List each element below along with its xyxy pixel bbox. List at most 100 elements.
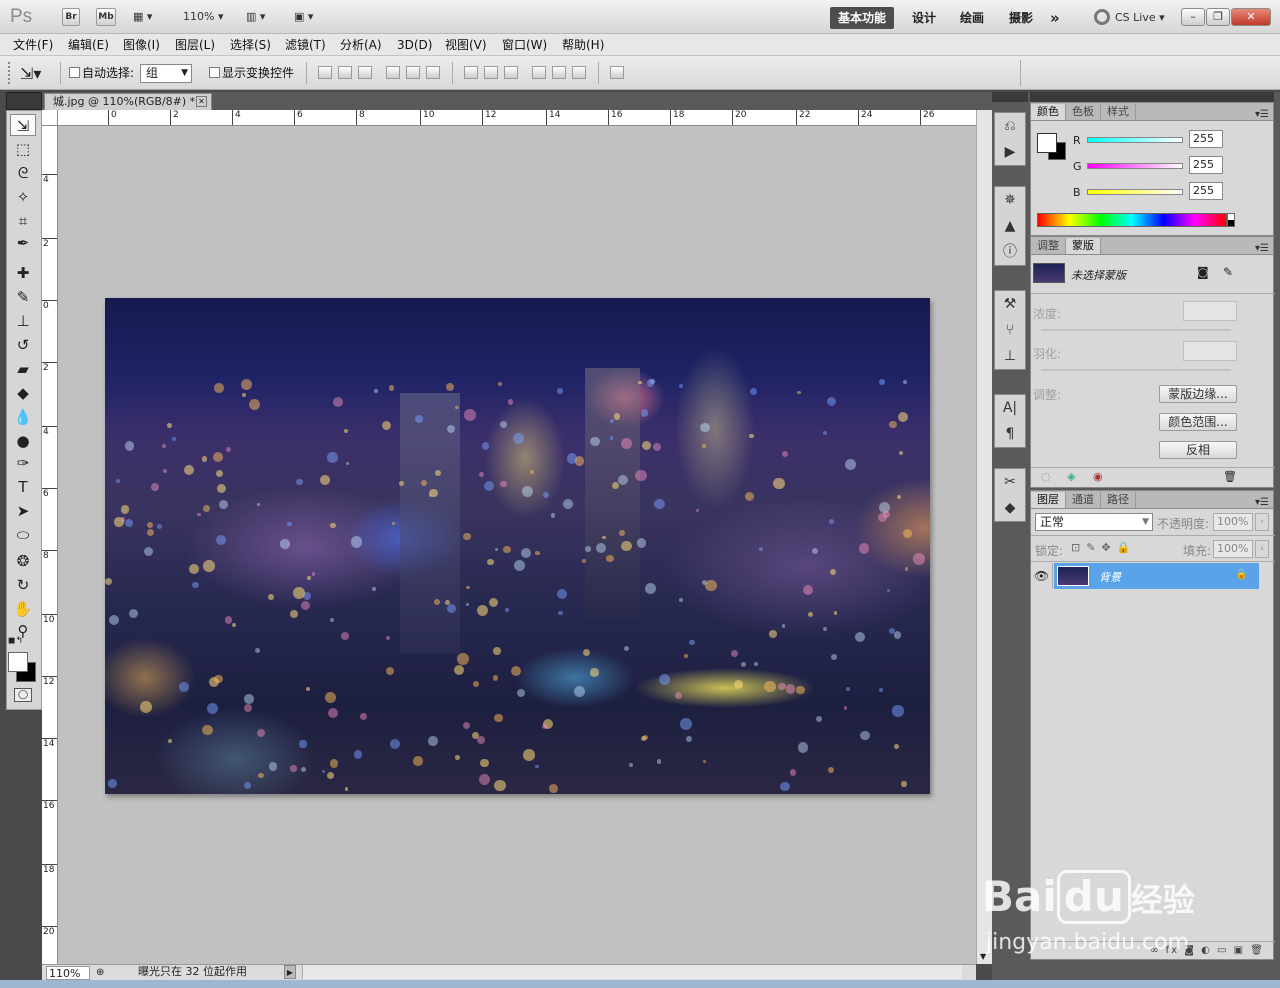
tab-layers[interactable]: 图层 [1031, 492, 1066, 508]
tab-adjustments[interactable]: 调整 [1031, 238, 1066, 254]
actions-icon[interactable]: ▶ [995, 139, 1025, 165]
panel-menu-icon[interactable]: ▾☰ [1255, 109, 1269, 120]
vector-mask-icon[interactable]: ✎ [1223, 265, 1233, 279]
tab-paths[interactable]: 路径 [1101, 492, 1136, 508]
disable-mask-icon[interactable]: ◉ [1093, 470, 1103, 483]
zoom-field[interactable]: 110% [46, 966, 90, 980]
vertical-ruler[interactable]: 4 2 0 2 4 6 8 10 12 14 16 18 20 [42, 126, 58, 964]
navigator-icon[interactable]: ✵ [995, 187, 1025, 213]
marquee-tool-icon[interactable]: ⬚ [10, 138, 36, 160]
color-ramp-bw[interactable] [1227, 213, 1235, 227]
hand-tool-icon[interactable]: ✋ [10, 598, 36, 620]
menu-analysis[interactable]: 分析(A) [340, 37, 382, 53]
opacity-arrow-icon[interactable]: › [1255, 513, 1269, 531]
move-tool-icon[interactable]: ⇲ [10, 114, 36, 136]
panel-menu-icon[interactable]: ▾☰ [1255, 497, 1269, 508]
lock-icons[interactable]: ⊡✎✥🔒 [1071, 541, 1136, 554]
dodge-tool-icon[interactable]: ● [10, 430, 36, 452]
toolbox-header[interactable] [6, 92, 42, 110]
move-tool-preset-icon[interactable]: ⇲▾ [20, 64, 41, 83]
panel-dock-header[interactable] [1030, 92, 1274, 102]
quick-mask-icon[interactable]: ◯ [14, 688, 32, 702]
menu-image[interactable]: 图像(I) [123, 37, 160, 53]
workspace-essentials[interactable]: 基本功能 [830, 7, 895, 29]
eyedropper-tool-icon[interactable]: ✒ [10, 232, 36, 254]
clone-source-icon[interactable]: ⊥ [995, 343, 1025, 369]
layer-row-background[interactable]: 👁 背景 🔒 [1031, 563, 1259, 589]
lasso-tool-icon[interactable]: ᘓ [10, 162, 36, 184]
workspace-photography[interactable]: 摄影 [1001, 7, 1041, 29]
brush-tool-icon[interactable]: ✎ [10, 286, 36, 308]
mini-bridge-button[interactable]: Mb [96, 8, 116, 26]
distribute-right-icon[interactable] [572, 66, 586, 79]
g-slider[interactable] [1087, 163, 1183, 169]
blur-tool-icon[interactable]: 💧 [10, 406, 36, 428]
auto-align-layers-icon[interactable] [610, 66, 624, 79]
minimize-button[interactable]: – [1181, 8, 1205, 26]
fill-field[interactable]: 100% [1213, 540, 1253, 558]
menu-file[interactable]: 文件(F) [13, 37, 53, 53]
bridge-button[interactable]: Br [62, 8, 80, 26]
b-slider[interactable] [1087, 189, 1183, 195]
opacity-field[interactable]: 100% [1213, 513, 1253, 531]
history-icon[interactable]: ⎌ [995, 113, 1025, 139]
layers-footer-icons[interactable]: ∞ fx ◙ ◐ ▭ ▣ 🗑 [1031, 941, 1275, 959]
paragraph-icon[interactable]: ¶ [995, 421, 1025, 447]
brush-presets-icon[interactable]: ⑂ [995, 317, 1025, 343]
color-range-button[interactable]: 颜色范围... [1159, 413, 1237, 431]
fill-arrow-icon[interactable]: › [1255, 540, 1269, 558]
workspace-design[interactable]: 设计 [904, 7, 944, 29]
align-hcenter-icon[interactable] [406, 66, 420, 79]
distribute-vcenter-icon[interactable] [484, 66, 498, 79]
menu-window[interactable]: 窗口(W) [502, 37, 547, 53]
b-value[interactable]: 255 [1189, 182, 1223, 200]
blend-mode-dropdown[interactable]: 正常 ▼ [1035, 513, 1153, 531]
shape-tool-icon[interactable]: ⬭ [10, 524, 36, 546]
distribute-bottom-icon[interactable] [504, 66, 518, 79]
document-tab[interactable]: 城.jpg @ 110%(RGB/8#) * ✕ [44, 93, 212, 110]
type-tool-icon[interactable]: T [10, 476, 36, 498]
distribute-left-icon[interactable] [532, 66, 546, 79]
info-icon[interactable]: ⓘ [995, 239, 1025, 265]
align-bottom-icon[interactable] [358, 66, 372, 79]
default-colors-icon[interactable]: ◼↰ [8, 636, 23, 646]
menu-edit[interactable]: 编辑(E) [68, 37, 109, 53]
vertical-scrollbar[interactable]: ▼ [976, 110, 992, 964]
distribute-hcenter-icon[interactable] [552, 66, 566, 79]
workspace-painting[interactable]: 绘画 [952, 7, 992, 29]
auto-select-dropdown[interactable]: 组 ▼ [140, 64, 192, 83]
crop-tool-icon[interactable]: ⌗ [10, 210, 36, 232]
eraser-tool-icon[interactable]: ▰ [10, 358, 36, 380]
status-menu-icon[interactable]: ⊕ [96, 966, 104, 980]
maximize-button[interactable]: ❐ [1206, 8, 1230, 26]
pixel-mask-icon[interactable]: ◙ [1197, 265, 1209, 279]
3d-scene-icon[interactable]: ◆ [995, 495, 1025, 521]
horizontal-ruler[interactable]: 0 2 4 6 8 10 12 14 16 18 20 22 24 26 [58, 110, 976, 126]
r-value[interactable]: 255 [1189, 130, 1223, 148]
g-value[interactable]: 255 [1189, 156, 1223, 174]
align-vcenter-icon[interactable] [338, 66, 352, 79]
pen-tool-icon[interactable]: ✑ [10, 452, 36, 474]
cs-live-menu[interactable]: CS Live ▾ [1094, 9, 1165, 25]
align-top-icon[interactable] [318, 66, 332, 79]
close-button[interactable]: ✕ [1231, 8, 1271, 26]
quick-select-tool-icon[interactable]: ✧ [10, 186, 36, 208]
load-selection-icon[interactable]: ◌ [1041, 470, 1051, 483]
3d-tools-icon[interactable]: ✂ [995, 469, 1025, 495]
close-tab-icon[interactable]: ✕ [196, 96, 207, 107]
apply-mask-icon[interactable]: ◈ [1067, 470, 1075, 483]
show-transform-checkbox[interactable] [209, 67, 220, 78]
document-image-city-night[interactable] [105, 298, 930, 794]
healing-tool-icon[interactable]: ✚ [10, 262, 36, 284]
align-right-icon[interactable] [426, 66, 440, 79]
delete-mask-icon[interactable]: 🗑 [1223, 470, 1237, 483]
tool-presets-icon[interactable]: ⚒ [995, 291, 1025, 317]
tab-styles[interactable]: 样式 [1101, 104, 1136, 120]
menu-3d[interactable]: 3D(D) [397, 37, 432, 53]
3d-rotate-tool-icon[interactable]: ❂ [10, 550, 36, 572]
histogram-icon[interactable]: ▲ [995, 213, 1025, 239]
character-icon[interactable]: A| [995, 395, 1025, 421]
visibility-eye-icon[interactable]: 👁 [1031, 563, 1053, 589]
menu-layer[interactable]: 图层(L) [175, 37, 215, 53]
horizontal-scrollbar[interactable] [302, 965, 962, 979]
